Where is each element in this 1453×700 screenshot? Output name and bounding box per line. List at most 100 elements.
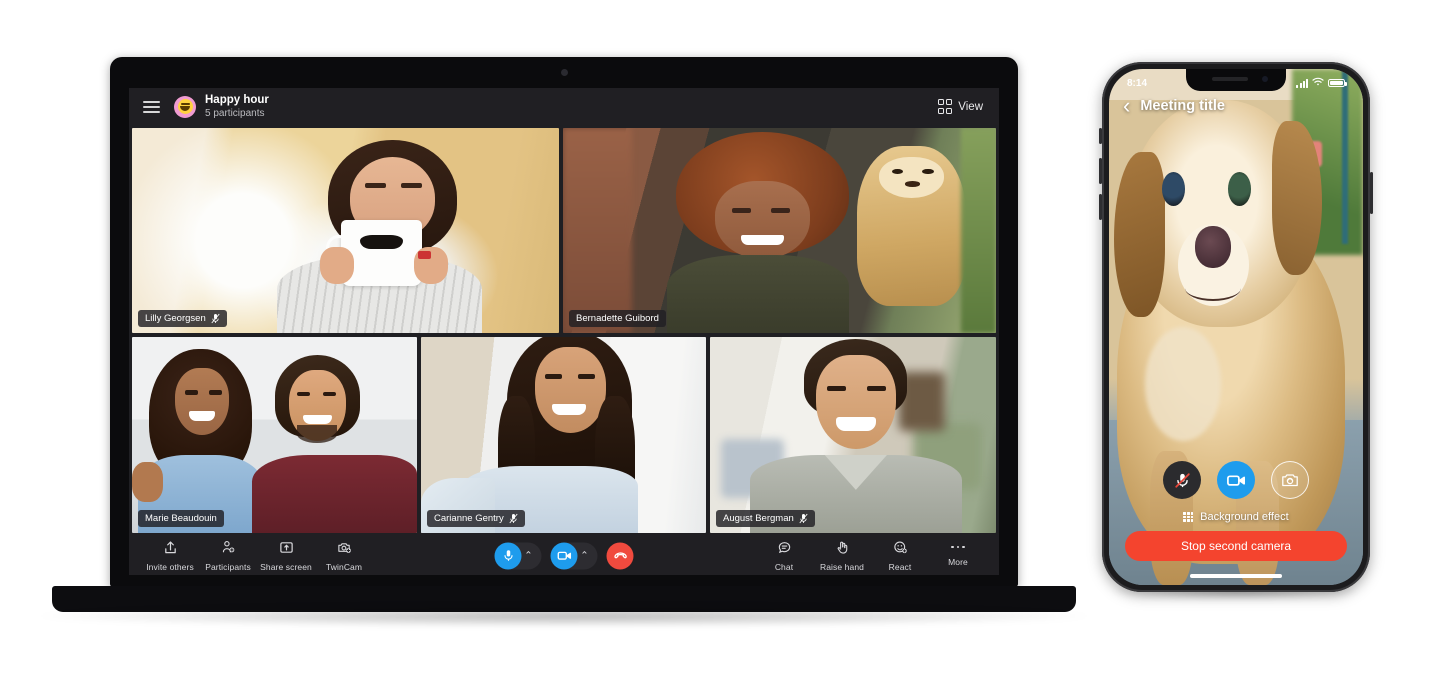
participant-nametag: Lilly Georgsen (138, 310, 227, 327)
share-screen-label: Share screen (260, 561, 312, 572)
more-label: More (948, 556, 968, 567)
microphone-muted-icon (799, 513, 808, 524)
battery-full-icon (1328, 78, 1347, 88)
phone-camera-button[interactable] (1217, 461, 1255, 499)
more-ellipsis-icon (951, 540, 965, 555)
share-screen-button[interactable]: Share screen (259, 540, 313, 572)
call-controls: ⌃ ⌃ (494, 542, 634, 569)
phone-mute-switch[interactable] (1099, 128, 1102, 144)
video-grid: Lilly Georgsen Bernadette Guibord Marie … (129, 125, 999, 533)
raise-hand-button[interactable]: Raise hand (815, 540, 869, 572)
more-button[interactable]: More (931, 540, 985, 572)
invite-others-button[interactable]: Invite others (143, 540, 197, 572)
participant-video-august (710, 337, 996, 533)
grid-view-icon (937, 99, 953, 114)
end-call-button[interactable] (606, 542, 634, 569)
phone-power-button[interactable] (1370, 172, 1373, 214)
stop-second-camera-button[interactable]: Stop second camera (1125, 531, 1347, 561)
screenshot-stage: Happy hour 5 participants View Lilly Geo… (0, 0, 1453, 700)
camera-control-group: ⌃ (550, 542, 598, 569)
back-chevron-icon[interactable]: ‹ (1123, 95, 1130, 117)
twincam-button[interactable]: TwinCam (317, 540, 371, 572)
participants-label: Participants (205, 561, 251, 572)
background-effect-icon (1183, 512, 1194, 522)
camera-options-chevron-up-icon[interactable]: ⌃ (578, 550, 592, 561)
toolbar-left-group: Invite others Participants Share screen … (143, 540, 371, 572)
status-indicators (1296, 77, 1347, 89)
phone-switch-camera-button[interactable] (1271, 461, 1309, 499)
phone-meeting-title: Meeting title (1140, 98, 1225, 114)
phone-device: 8:14 ‹ Meeting title Background effect S… (1099, 62, 1373, 600)
chat-button[interactable]: Chat (757, 540, 811, 572)
phone-volume-up-button[interactable] (1099, 158, 1102, 184)
view-button[interactable]: View (937, 99, 983, 114)
wifi-icon (1312, 77, 1324, 89)
background-effect-label: Background effect (1200, 511, 1289, 523)
video-grid-row-bottom: Marie Beaudouin Carianne Gentry August B… (132, 337, 996, 533)
screen-share-icon (279, 540, 294, 560)
laptop-device: Happy hour 5 participants View Lilly Geo… (40, 57, 1088, 627)
phone-call-controls (1109, 461, 1363, 499)
home-indicator[interactable] (1190, 574, 1282, 578)
cellular-signal-icon (1296, 78, 1308, 88)
react-button[interactable]: React (873, 540, 927, 572)
participant-nametag: Carianne Gentry (427, 510, 525, 527)
participant-name: Marie Beaudouin (145, 513, 217, 524)
video-tile[interactable]: Bernadette Guibord (563, 128, 996, 333)
people-add-icon (221, 540, 236, 560)
participant-name: August Bergman (723, 513, 794, 524)
phone-screen: 8:14 ‹ Meeting title Background effect S… (1109, 69, 1363, 585)
video-tile[interactable]: Marie Beaudouin (132, 337, 417, 533)
phone-status-bar: 8:14 (1109, 74, 1363, 92)
participant-video-lilly (132, 128, 559, 333)
participant-name: Lilly Georgsen (145, 313, 206, 324)
meeting-toolbar: Invite others Participants Share screen … (129, 533, 999, 575)
video-tile[interactable]: August Bergman (710, 337, 996, 533)
chat-label: Chat (774, 561, 794, 572)
participants-count: 5 participants (205, 107, 265, 119)
meeting-title: Happy hour (205, 93, 269, 106)
twin-camera-icon (337, 540, 352, 560)
toolbar-right-group: Chat Raise hand React More (757, 540, 985, 572)
react-emoji-icon (893, 540, 908, 560)
phone-volume-down-button[interactable] (1099, 194, 1102, 220)
laptop-shadow (40, 605, 1088, 627)
participant-nametag: Marie Beaudouin (138, 510, 224, 527)
invite-others-label: Invite others (146, 561, 194, 572)
participant-video-carianne (421, 337, 706, 533)
view-button-label: View (958, 100, 983, 113)
participant-nametag: Bernadette Guibord (569, 310, 666, 327)
participants-button[interactable]: Participants (201, 540, 255, 572)
participant-video-bernadette (563, 128, 996, 333)
share-upload-icon (163, 540, 178, 560)
participant-video-marie (132, 337, 417, 533)
mic-options-chevron-up-icon[interactable]: ⌃ (522, 550, 536, 561)
participant-name: Carianne Gentry (434, 513, 504, 524)
microphone-muted-icon (509, 513, 518, 524)
participant-nametag: August Bergman (716, 510, 815, 527)
background-effect-button[interactable]: Background effect (1109, 511, 1363, 523)
react-label: React (888, 561, 912, 572)
laptop-screen: Happy hour 5 participants View Lilly Geo… (129, 88, 999, 575)
video-tile[interactable]: Lilly Georgsen (132, 128, 559, 333)
emoji-face-icon (177, 99, 193, 114)
microphone-muted-icon (211, 313, 220, 324)
phone-top-bar: ‹ Meeting title (1109, 95, 1363, 117)
video-tile[interactable]: Carianne Gentry (421, 337, 706, 533)
raise-hand-icon (835, 540, 850, 560)
hamburger-icon[interactable] (143, 100, 160, 113)
laptop-webcam-icon (560, 69, 568, 76)
twincam-label: TwinCam (325, 561, 363, 572)
status-time: 8:14 (1127, 77, 1148, 89)
phone-video-dog (1109, 69, 1363, 585)
mic-control-group: ⌃ (494, 542, 542, 569)
microphone-button[interactable] (494, 542, 522, 569)
laughing-emoji-avatar[interactable] (174, 95, 196, 118)
camera-button[interactable] (550, 542, 578, 569)
video-grid-row-top: Lilly Georgsen Bernadette Guibord (132, 128, 996, 333)
meeting-meta: Happy hour 5 participants (205, 94, 269, 120)
participant-name: Bernadette Guibord (576, 313, 659, 324)
raise-hand-label: Raise hand (819, 561, 864, 572)
phone-microphone-muted-button[interactable] (1163, 461, 1201, 499)
meeting-header: Happy hour 5 participants View (129, 88, 999, 125)
